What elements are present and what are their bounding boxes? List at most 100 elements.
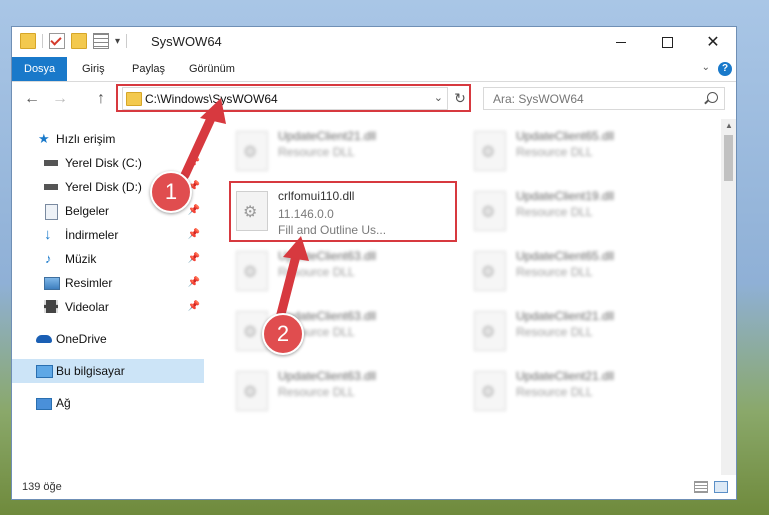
pin-icon[interactable]: 📌 <box>188 247 200 271</box>
sidebar-item-music[interactable]: ♪ Müzik 📌 <box>12 247 204 271</box>
search-box[interactable]: Ara: SysWOW64 <box>483 87 725 110</box>
file-type: Resource DLL <box>516 145 593 159</box>
dll-file-icon <box>236 251 268 291</box>
properties-icon[interactable] <box>49 33 65 49</box>
sidebar-item-this-pc[interactable]: Bu bilgisayar <box>12 359 204 383</box>
file-type: Resource DLL <box>278 385 355 399</box>
minimize-icon <box>616 41 626 43</box>
sidebar-item-videos[interactable]: Videolar 📌 <box>12 295 204 319</box>
file-type: Resource DLL <box>516 325 593 339</box>
folder-icon <box>20 33 36 49</box>
list-item[interactable]: UpdateClient65.dll Resource DLL <box>470 245 700 299</box>
minimize-button[interactable] <box>598 27 644 57</box>
file-type: Resource DLL <box>516 265 593 279</box>
network-icon <box>36 398 52 410</box>
search-placeholder[interactable]: Ara: SysWOW64 <box>493 92 584 106</box>
sidebar-item-quick-access[interactable]: ★ Hızlı erişim <box>12 127 204 151</box>
dll-file-icon <box>474 251 506 291</box>
dll-file-icon <box>474 311 506 351</box>
scroll-thumb[interactable] <box>724 135 733 181</box>
videos-icon <box>44 300 58 313</box>
file-type: Resource DLL <box>278 265 355 279</box>
pin-icon[interactable]: 📌 <box>188 295 200 319</box>
list-item[interactable]: UpdateClient63.dll Resource DLL <box>232 365 462 419</box>
file-highlight <box>229 181 457 242</box>
pin-icon[interactable]: 📌 <box>188 271 200 295</box>
sidebar-item-label: Yerel Disk (D:) <box>65 180 142 194</box>
sidebar-item-network[interactable]: Ağ <box>12 391 204 415</box>
download-icon: ↓ <box>44 226 52 243</box>
star-icon: ★ <box>38 131 50 146</box>
file-name: UpdateClient21.dll <box>516 369 615 383</box>
callout-marker-2: 2 <box>262 313 304 355</box>
title-bar: ▾ SysWOW64 ✕ <box>12 27 736 57</box>
item-count: 139 öğe <box>22 481 62 493</box>
drive-icon <box>44 160 58 166</box>
up-icon[interactable]: ↑ <box>97 90 105 108</box>
qat-dropdown-icon[interactable]: ▾ <box>115 36 120 47</box>
forward-icon[interactable]: → <box>52 90 68 108</box>
drive-icon <box>44 184 58 190</box>
window-title: SysWOW64 <box>151 34 222 49</box>
list-item[interactable]: UpdateClient19.dll Resource DLL <box>470 185 700 239</box>
status-bar: 139 öğe <box>12 476 736 499</box>
vertical-scrollbar[interactable]: ▲ <box>721 119 736 475</box>
ribbon-tabs: Dosya Giriş Paylaş Görünüm ⌄ ? <box>12 57 736 82</box>
tab-file[interactable]: Dosya <box>12 57 68 81</box>
file-name: UpdateClient63.dll <box>278 369 377 383</box>
back-icon[interactable]: ← <box>24 90 40 108</box>
ribbon-expand-icon[interactable]: ⌄ <box>702 62 710 73</box>
music-icon: ♪ <box>45 251 52 266</box>
tab-home[interactable]: Giriş <box>82 57 105 81</box>
list-item[interactable]: UpdateClient65.dll Resource DLL <box>470 125 700 179</box>
pin-icon[interactable]: 📌 <box>188 199 200 223</box>
maximize-button[interactable] <box>644 27 690 57</box>
documents-icon <box>45 204 58 220</box>
tab-share[interactable]: Paylaş <box>132 57 165 81</box>
divider <box>42 34 43 48</box>
file-name: UpdateClient65.dll <box>516 129 615 143</box>
help-icon[interactable]: ? <box>718 62 732 76</box>
tab-view[interactable]: Görünüm <box>189 57 235 81</box>
address-bar-highlight <box>116 84 471 112</box>
callout-marker-1: 1 <box>150 171 192 213</box>
large-icons-view-icon[interactable] <box>714 481 728 493</box>
scroll-up-icon[interactable]: ▲ <box>725 121 733 130</box>
new-folder-icon[interactable] <box>71 33 87 49</box>
list-item[interactable]: UpdateClient21.dll Resource DLL <box>470 365 700 419</box>
sidebar-item-label: İndirmeler <box>65 228 119 242</box>
pin-icon[interactable]: 📌 <box>188 223 200 247</box>
close-button[interactable]: ✕ <box>690 27 736 57</box>
computer-icon <box>36 365 53 378</box>
list-item[interactable]: UpdateClient21.dll Resource DLL <box>232 125 462 179</box>
sidebar-item-label: Müzik <box>65 252 97 266</box>
quick-access-toolbar: ▾ <box>20 33 128 49</box>
file-type: Resource DLL <box>278 145 355 159</box>
list-item[interactable]: UpdateClient21.dll Resource DLL <box>470 305 700 359</box>
divider <box>126 34 128 48</box>
maximize-icon <box>661 36 673 48</box>
sidebar-item-label: Belgeler <box>65 204 110 218</box>
details-view-icon[interactable] <box>694 481 708 493</box>
cloud-icon <box>36 335 52 343</box>
pin-icon[interactable]: 📌 <box>188 151 200 175</box>
sidebar-item-label: Bu bilgisayar <box>56 364 125 378</box>
dll-file-icon <box>474 371 506 411</box>
sidebar-item-label: Hızlı erişim <box>56 132 116 146</box>
close-icon: ✕ <box>706 34 720 51</box>
list-item[interactable]: UpdateClient63.dll Resource DLL <box>232 245 462 299</box>
search-icon[interactable] <box>707 92 718 103</box>
sidebar-item-onedrive[interactable]: OneDrive <box>12 327 204 351</box>
file-type: Resource DLL <box>516 205 593 219</box>
file-name: UpdateClient21.dll <box>278 129 377 143</box>
window-controls: ✕ <box>598 27 736 57</box>
pictures-icon <box>44 277 60 290</box>
file-list: UpdateClient21.dll Resource DLL crlfomui… <box>208 119 718 475</box>
dll-file-icon <box>474 131 506 171</box>
sidebar-item-label: OneDrive <box>56 332 107 346</box>
sidebar-item-pictures[interactable]: Resimler 📌 <box>12 271 204 295</box>
view-switcher <box>694 481 728 493</box>
dll-file-icon <box>236 371 268 411</box>
sidebar-item-downloads[interactable]: ↓ İndirmeler 📌 <box>12 223 204 247</box>
view-options-icon[interactable] <box>93 33 109 49</box>
